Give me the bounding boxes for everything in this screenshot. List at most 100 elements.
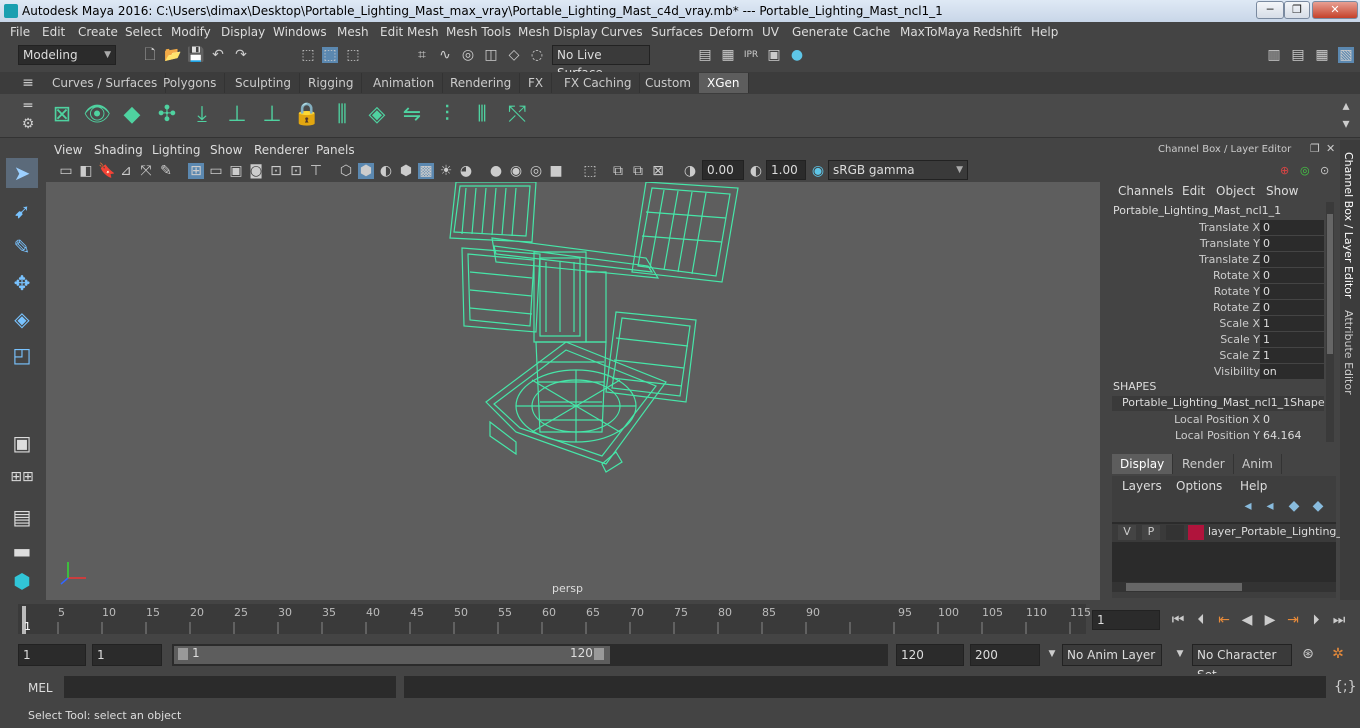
use-all-lights-icon[interactable]: ▩: [418, 163, 434, 179]
layer-type-toggle[interactable]: [1166, 525, 1184, 540]
menu-uv[interactable]: UV: [762, 25, 779, 39]
gamma-icon[interactable]: ◐: [748, 163, 764, 179]
mel-label[interactable]: MEL: [28, 681, 53, 695]
shelf-tab-polygons[interactable]: Polygons: [155, 73, 226, 93]
layer-menu-layers[interactable]: Layers: [1122, 479, 1162, 493]
timeline-ruler[interactable]: 1 5 10 15 20 25 30 35 40 45 50 55 60 65 …: [18, 604, 1091, 634]
menu-create[interactable]: Create: [78, 25, 118, 39]
open-scene-icon[interactable]: 📂: [164, 47, 181, 63]
channel-row[interactable]: Translate X0: [1104, 220, 1340, 236]
animation-end-field[interactable]: 200: [970, 644, 1040, 666]
exposure-field[interactable]: 0.00: [702, 160, 744, 180]
menu-curves[interactable]: Curves: [601, 25, 643, 39]
shelf-scroll-down-icon[interactable]: ▾: [1338, 116, 1354, 132]
single-perspective-layout-icon[interactable]: ▣: [6, 428, 38, 458]
channel-row[interactable]: Rotate Z0: [1104, 300, 1340, 316]
move-layer-up-icon[interactable]: ◂: [1240, 498, 1256, 514]
xray-joints-icon[interactable]: ⧉: [610, 163, 626, 179]
isolate-select-icon[interactable]: ■: [548, 163, 564, 179]
channel-value[interactable]: 0: [1260, 236, 1324, 251]
menu-file[interactable]: File: [10, 25, 30, 39]
snap-point-icon[interactable]: ◎: [460, 47, 476, 63]
cb-menu-edit[interactable]: Edit: [1182, 184, 1205, 198]
axis-gizmo-icon[interactable]: ⊕: [1280, 164, 1289, 177]
side-tab-channel-box[interactable]: Channel Box / Layer Editor: [1342, 152, 1355, 299]
paint-select-tool-icon[interactable]: ✎: [6, 232, 38, 262]
menu-display[interactable]: Display: [221, 25, 265, 39]
move-layer-down-icon[interactable]: ◂: [1262, 498, 1278, 514]
shelf-tab-curves-surfaces[interactable]: Curves / Surfaces: [44, 73, 167, 93]
step-forward-key-icon[interactable]: ⇥: [1285, 612, 1301, 628]
layer-tab-render[interactable]: Render: [1174, 454, 1234, 474]
attribute-editor-toggle-icon[interactable]: ▤: [1290, 47, 1306, 63]
menu-mesh-tools[interactable]: Mesh Tools: [446, 25, 511, 39]
menu-windows[interactable]: Windows: [273, 25, 327, 39]
channel-row[interactable]: Scale Z1: [1104, 348, 1340, 364]
new-layer-icon[interactable]: ◆: [1286, 498, 1302, 514]
range-slider[interactable]: 1 120: [172, 644, 888, 666]
step-forward-frame-icon[interactable]: ⏵: [1308, 612, 1324, 628]
render-current-icon[interactable]: ▣: [766, 47, 782, 63]
grease-pencil-icon[interactable]: ✎: [158, 163, 174, 179]
select-component-icon[interactable]: ⬚: [345, 47, 361, 63]
safe-title-icon[interactable]: ⊤: [308, 163, 324, 179]
close-panel-icon[interactable]: ✕: [1326, 142, 1335, 155]
select-object-icon[interactable]: ⬚: [322, 47, 338, 63]
channel-row[interactable]: Local Position X0: [1104, 412, 1340, 428]
vp-menu-shading[interactable]: Shading: [94, 143, 143, 157]
chevron-down-icon[interactable]: ▼: [1172, 646, 1188, 662]
wireframe-on-shaded-icon[interactable]: ◐: [378, 163, 394, 179]
mode-dropdown[interactable]: Modeling ▼: [18, 45, 116, 65]
field-chart-icon[interactable]: ⊡: [268, 163, 284, 179]
go-to-start-icon[interactable]: ⏮: [1170, 612, 1186, 628]
shadows-icon[interactable]: ☀: [438, 163, 454, 179]
save-scene-icon[interactable]: 💾: [187, 47, 204, 63]
current-frame-field[interactable]: 1: [1092, 610, 1160, 630]
xgen-lock-icon[interactable]: 🔒: [293, 100, 321, 130]
shelf-tab-custom[interactable]: Custom: [637, 73, 700, 93]
channel-value[interactable]: 1: [1260, 348, 1324, 363]
layer-tab-anim[interactable]: Anim: [1234, 454, 1282, 474]
menu-deform[interactable]: Deform: [709, 25, 754, 39]
animation-preferences-icon[interactable]: ✲: [1330, 646, 1346, 662]
menu-redshift[interactable]: Redshift: [973, 25, 1022, 39]
snap-live-icon[interactable]: ◌: [529, 47, 545, 63]
safe-action-icon[interactable]: ⊡: [288, 163, 304, 179]
xgen-guides-icon[interactable]: ⫼: [328, 100, 356, 130]
minimize-button[interactable]: ─: [1256, 1, 1284, 19]
play-forwards-icon[interactable]: ▶: [1262, 612, 1278, 628]
shape-name-row[interactable]: Portable_Lighting_Mast_ncl1_1Shape: [1112, 396, 1325, 411]
channel-value[interactable]: 0: [1260, 412, 1324, 427]
channel-row[interactable]: Translate Y0: [1104, 236, 1340, 252]
xgen-delete-icon[interactable]: ⤲: [503, 100, 531, 130]
playback-end-field[interactable]: 120: [896, 644, 964, 666]
bookmark-icon[interactable]: 🔖: [98, 163, 115, 179]
go-to-end-icon[interactable]: ⏭: [1331, 612, 1347, 628]
script-editor-icon[interactable]: {;}: [1334, 679, 1357, 695]
menu-generate[interactable]: Generate: [792, 25, 848, 39]
menu-cache[interactable]: Cache: [853, 25, 890, 39]
resolution-gate-icon[interactable]: ▣: [228, 163, 244, 179]
channel-row[interactable]: Rotate X0: [1104, 268, 1340, 284]
snap-surface-icon[interactable]: ◇: [506, 47, 522, 63]
menu-maxtomaya[interactable]: MaxToMaya: [900, 25, 970, 39]
new-scene-icon[interactable]: 🗋: [142, 47, 158, 63]
vp-menu-view[interactable]: View: [54, 143, 82, 157]
snap-view-plane-icon[interactable]: ◫: [483, 47, 499, 63]
image-plane-icon[interactable]: ⊿: [118, 163, 134, 179]
cb-menu-show[interactable]: Show: [1266, 184, 1298, 198]
xgen-groom-icon[interactable]: ⇋: [398, 100, 426, 130]
step-back-frame-icon[interactable]: ⏴: [1193, 612, 1209, 628]
play-backwards-icon[interactable]: ◀: [1239, 612, 1255, 628]
layer-hscrollbar[interactable]: [1112, 582, 1336, 592]
modeling-toolkit-icon[interactable]: ▥: [1266, 47, 1282, 63]
shelf-tab-animation[interactable]: Animation: [365, 73, 444, 93]
channel-value[interactable]: 1: [1260, 316, 1324, 331]
channel-row[interactable]: Rotate Y0: [1104, 284, 1340, 300]
shelf-tab-fx-caching[interactable]: FX Caching: [556, 73, 641, 93]
outliner-layout-icon[interactable]: ▤: [6, 502, 38, 532]
cb-menu-channels[interactable]: Channels: [1118, 184, 1174, 198]
animation-start-field[interactable]: 1: [18, 644, 86, 666]
anim-layer-dropdown[interactable]: No Anim Layer: [1062, 644, 1162, 666]
lasso-tool-icon[interactable]: ➹: [6, 196, 38, 226]
